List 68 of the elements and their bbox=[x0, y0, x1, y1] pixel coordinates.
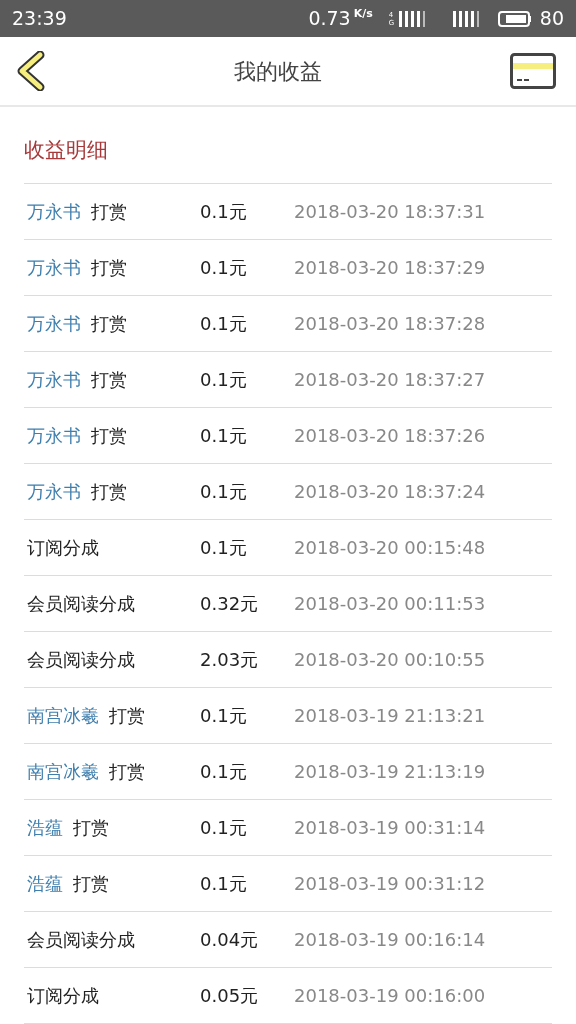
amount: 0.1元 bbox=[200, 536, 248, 560]
amount: 0.1元 bbox=[200, 368, 248, 392]
amount: 0.04元 bbox=[200, 928, 260, 952]
sender-name[interactable]: 万永书 bbox=[27, 478, 81, 505]
sender-name[interactable]: 万永书 bbox=[27, 198, 81, 225]
amount: 0.1元 bbox=[200, 312, 248, 336]
card-button[interactable] bbox=[510, 53, 556, 89]
amount: 0.05元 bbox=[200, 984, 260, 1008]
sender-name[interactable]: 万永书 bbox=[27, 254, 81, 281]
record-type: 会员阅读分成 bbox=[27, 648, 135, 672]
sender-name[interactable]: 万永书 bbox=[27, 422, 81, 449]
signal-icon bbox=[397, 9, 428, 28]
sender-name[interactable]: 万永书 bbox=[27, 366, 81, 393]
record-type: 打赏 bbox=[109, 760, 145, 784]
record-type: 订阅分成 bbox=[27, 984, 99, 1008]
record-type: 打赏 bbox=[109, 704, 145, 728]
amount: 0.32元 bbox=[200, 592, 260, 616]
record-time: 2018-03-20 00:15:48 bbox=[294, 536, 486, 560]
amount: 0.1元 bbox=[200, 760, 248, 784]
record-type: 打赏 bbox=[91, 200, 127, 224]
amount: 0.1元 bbox=[200, 256, 248, 280]
speed-unit: K/s bbox=[353, 6, 373, 22]
record-time: 2018-03-20 18:37:26 bbox=[294, 424, 486, 448]
record-time: 2018-03-20 00:11:53 bbox=[294, 592, 486, 616]
record-time: 2018-03-20 18:37:29 bbox=[294, 256, 486, 280]
record-type: 订阅分成 bbox=[27, 536, 99, 560]
sender-name[interactable]: 浩蕴 bbox=[27, 814, 63, 841]
record-time: 2018-03-19 00:31:14 bbox=[294, 816, 486, 840]
signal-icon bbox=[451, 9, 482, 28]
section-title: 收益明细 bbox=[24, 107, 552, 184]
amount: 0.1元 bbox=[200, 872, 248, 896]
amount: 0.1元 bbox=[200, 816, 248, 840]
battery-level: 80 bbox=[539, 6, 564, 32]
record-type: 打赏 bbox=[73, 816, 109, 840]
network-speed: 0.73 bbox=[308, 6, 351, 32]
page-title: 我的收益 bbox=[234, 57, 322, 86]
amount: 0.1元 bbox=[200, 200, 248, 224]
record-time: 2018-03-19 00:31:12 bbox=[294, 872, 486, 896]
record-type: 打赏 bbox=[91, 424, 127, 448]
back-icon bbox=[16, 51, 46, 91]
record-type: 打赏 bbox=[91, 256, 127, 280]
bank-card-icon bbox=[510, 53, 556, 89]
record-time: 2018-03-19 21:13:19 bbox=[294, 760, 486, 784]
status-time: 23:39 bbox=[12, 6, 67, 32]
record-time: 2018-03-19 00:16:14 bbox=[294, 928, 486, 952]
sender-name[interactable]: 南宫冰羲 bbox=[27, 702, 99, 729]
record-type: 打赏 bbox=[91, 312, 127, 336]
record-type: 会员阅读分成 bbox=[27, 928, 135, 952]
record-type: 打赏 bbox=[91, 480, 127, 504]
sender-name[interactable]: 万永书 bbox=[27, 310, 81, 337]
record-type: 会员阅读分成 bbox=[27, 592, 135, 616]
sender-name[interactable]: 南宫冰羲 bbox=[27, 758, 99, 785]
record-time: 2018-03-19 00:16:00 bbox=[294, 984, 486, 1008]
sender-name[interactable]: 浩蕴 bbox=[27, 870, 63, 897]
record-type: 打赏 bbox=[73, 872, 109, 896]
battery-icon bbox=[497, 10, 532, 27]
record-type: 打赏 bbox=[91, 368, 127, 392]
back-button[interactable] bbox=[16, 51, 46, 91]
amount: 0.1元 bbox=[200, 704, 248, 728]
amount: 0.1元 bbox=[200, 480, 248, 504]
record-time: 2018-03-20 18:37:31 bbox=[294, 200, 486, 224]
record-time: 2018-03-19 21:13:21 bbox=[294, 704, 486, 728]
amount: 2.03元 bbox=[200, 648, 260, 672]
record-time: 2018-03-20 18:37:27 bbox=[294, 368, 486, 392]
record-time: 2018-03-20 00:10:55 bbox=[294, 648, 486, 672]
record-time: 2018-03-20 18:37:24 bbox=[294, 480, 486, 504]
amount: 0.1元 bbox=[200, 424, 248, 448]
record-time: 2018-03-20 18:37:28 bbox=[294, 312, 486, 336]
